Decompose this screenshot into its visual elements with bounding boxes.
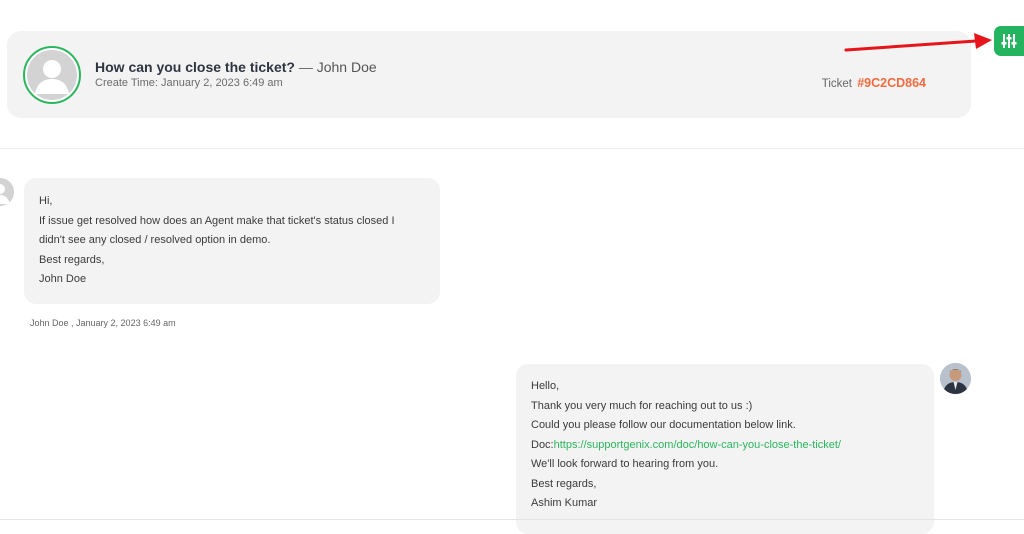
message-line: Hi,	[39, 195, 53, 207]
sliders-icon	[1001, 34, 1017, 48]
customer-avatar	[23, 46, 81, 104]
filter-settings-button[interactable]	[994, 26, 1024, 56]
message-line: Could you please follow our documentatio…	[531, 419, 796, 431]
message-line: John Doe	[39, 273, 87, 285]
message-line: If issue get resolved how does an Agent …	[39, 214, 395, 227]
bottom-divider	[0, 519, 1024, 520]
message-line: Thank you very much for reaching out to …	[531, 399, 753, 412]
divider	[0, 148, 1024, 149]
red-arrow-icon	[844, 33, 992, 52]
user-silhouette-icon	[0, 178, 14, 206]
doc-prefix: Doc:	[531, 438, 554, 451]
customer-message-avatar	[0, 178, 14, 206]
agent-message-bubble: Hello, Thank you very much for reaching …	[516, 364, 934, 534]
agent-photo-icon	[940, 363, 971, 394]
ticket-author: John Doe	[316, 59, 377, 75]
message-line: Best regards,	[39, 253, 105, 266]
message-line: Best regards,	[531, 477, 597, 490]
message-line: We'll look forward to hearing from you.	[531, 458, 719, 470]
ticket-create-time: Create Time: January 2, 2023 6:49 am	[95, 77, 283, 89]
title-separator: —	[298, 59, 313, 75]
user-silhouette-icon	[27, 50, 77, 100]
ticket-id-code: #9C2CD864	[857, 76, 926, 90]
customer-message-meta: John Doe , January 2, 2023 6:49 am	[30, 318, 176, 328]
doc-line: Doc:https://supportgenix.com/doc/how-can…	[531, 436, 934, 456]
ticket-id-label: Ticket	[821, 78, 852, 90]
message-line: Hello,	[531, 380, 560, 392]
ticket-id: Ticket #9C2CD864	[822, 76, 926, 90]
message-line: didn't see any closed / resolved option …	[39, 234, 271, 246]
ticket-header: How can you close the ticket? — John Doe…	[7, 31, 971, 118]
message-line: Ashim Kumar	[531, 497, 598, 509]
ticket-subject: How can you close the ticket?	[95, 59, 295, 75]
customer-message-bubble: Hi, If issue get resolved how does an Ag…	[24, 178, 440, 304]
documentation-link[interactable]: https://supportgenix.com/doc/how-can-you…	[554, 439, 841, 451]
ticket-title: How can you close the ticket? — John Doe	[95, 59, 377, 75]
agent-message-avatar	[940, 363, 971, 394]
